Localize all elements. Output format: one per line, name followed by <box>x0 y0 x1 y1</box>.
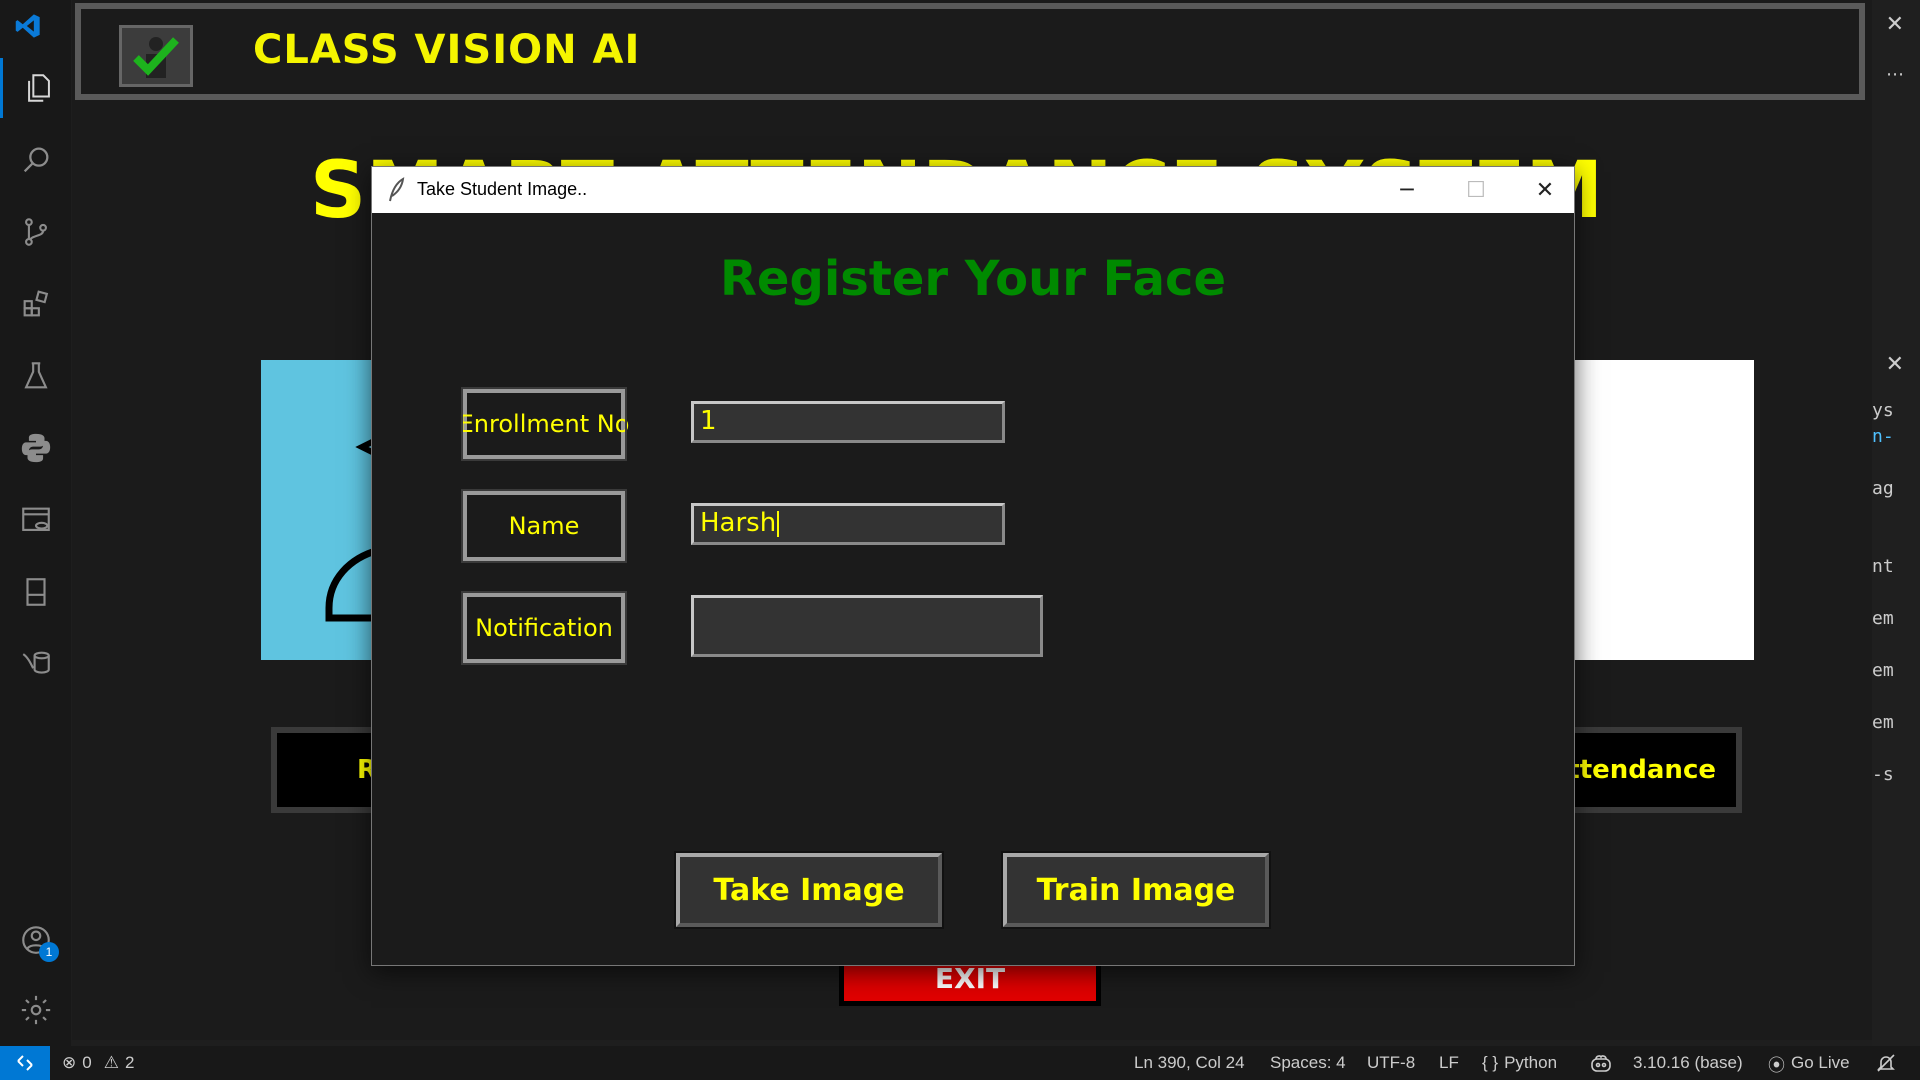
tk-feather-icon <box>389 177 405 202</box>
take-image-button[interactable]: Take Image <box>674 851 944 929</box>
python-interpreter[interactable]: 3.10.16 (base) <box>1633 1046 1743 1080</box>
app-logo-checkmark-icon <box>119 25 193 87</box>
vscode-logo-icon <box>15 14 40 38</box>
more-actions-icon[interactable]: ⋯ <box>1886 64 1904 85</box>
notifications-bell-icon[interactable] <box>1876 1046 1896 1080</box>
dialog-heading: Register Your Face <box>719 251 1227 307</box>
activity-bar: 1 <box>0 0 71 1046</box>
code-fragment: em <box>1872 712 1894 733</box>
explorer-icon[interactable] <box>0 58 74 118</box>
text-cursor <box>777 510 780 537</box>
extensions-icon[interactable] <box>0 274 71 334</box>
app-title: CLASS VISION AI <box>253 27 641 73</box>
right-editor-panel: ✕ ⋯ ✕ ys n- ag nt em em em -s <box>1872 0 1920 1046</box>
go-live-button[interactable]: ⦿ Go Live <box>1768 1046 1850 1080</box>
code-fragment: em <box>1872 660 1894 681</box>
broadcast-icon: ⦿ <box>1768 1055 1785 1075</box>
notebook-icon[interactable] <box>0 562 71 622</box>
accounts-icon[interactable]: 1 <box>0 910 71 970</box>
notification-field <box>691 595 1043 657</box>
notification-label: Notification <box>461 591 627 665</box>
encoding[interactable]: UTF-8 <box>1367 1046 1415 1080</box>
indentation[interactable]: Spaces: 4 <box>1270 1046 1346 1080</box>
name-input[interactable]: Harsh <box>691 503 1005 545</box>
maximize-icon[interactable]: ☐ <box>1442 167 1510 213</box>
dialog-body: Register Your Face Enrollment No 1 Name … <box>372 213 1574 965</box>
code-fragment: em <box>1872 608 1894 629</box>
minimize-icon[interactable]: ─ <box>1373 167 1441 213</box>
database-icon[interactable] <box>0 634 71 694</box>
enrollment-input[interactable]: 1 <box>691 401 1005 443</box>
attendance-button-label: Attendance <box>1547 755 1716 785</box>
braces-icon: { } <box>1482 1053 1499 1072</box>
code-fragment: n- <box>1872 426 1894 447</box>
error-icon: ⊗ <box>62 1053 77 1072</box>
language-label: Python <box>1504 1053 1558 1072</box>
take-student-image-dialog: Take Student Image.. ─ ☐ ✕ Register Your… <box>371 166 1575 966</box>
status-bar: ⊗ 0 ⚠ 2 Ln 390, Col 24 Spaces: 4 UTF-8 L… <box>0 1046 1920 1080</box>
code-fragment: ys <box>1872 400 1894 421</box>
close-icon[interactable]: ✕ <box>1886 12 1904 37</box>
warning-icon: ⚠ <box>103 1053 119 1072</box>
source-control-icon[interactable] <box>0 202 71 262</box>
code-fragment: ag <box>1872 478 1894 499</box>
search-icon[interactable] <box>0 130 71 190</box>
copilot-icon[interactable] <box>1590 1046 1612 1080</box>
warning-count: 2 <box>124 1053 135 1072</box>
cursor-position[interactable]: Ln 390, Col 24 <box>1134 1046 1245 1080</box>
remote-indicator-icon[interactable] <box>0 1046 50 1080</box>
remote-explorer-icon[interactable] <box>0 490 71 550</box>
take-attendance-button[interactable]: Attendance <box>1547 727 1742 813</box>
code-fragment: -s <box>1872 764 1894 785</box>
app-header: CLASS VISION AI <box>75 3 1865 100</box>
language-mode[interactable]: { } Python <box>1482 1046 1557 1080</box>
go-live-label: Go Live <box>1791 1053 1850 1072</box>
enrollment-label: Enrollment No <box>459 387 629 461</box>
name-label: Name <box>461 489 627 563</box>
testing-icon[interactable] <box>0 346 71 406</box>
train-image-button[interactable]: Train Image <box>1001 851 1271 929</box>
error-count: 0 <box>82 1053 92 1072</box>
end-of-line[interactable]: LF <box>1439 1046 1459 1080</box>
python-icon[interactable] <box>0 418 71 478</box>
settings-gear-icon[interactable] <box>0 980 71 1040</box>
accounts-badge: 1 <box>39 942 59 962</box>
code-fragment: nt <box>1872 556 1894 577</box>
dialog-titlebar: Take Student Image.. ─ ☐ ✕ <box>372 167 1574 213</box>
problems-indicator[interactable]: ⊗ 0 ⚠ 2 <box>62 1046 134 1080</box>
dialog-title: Take Student Image.. <box>417 179 588 199</box>
close-panel-icon[interactable]: ✕ <box>1886 352 1904 377</box>
name-input-value: Harsh <box>700 508 777 538</box>
dialog-close-icon[interactable]: ✕ <box>1511 167 1579 213</box>
